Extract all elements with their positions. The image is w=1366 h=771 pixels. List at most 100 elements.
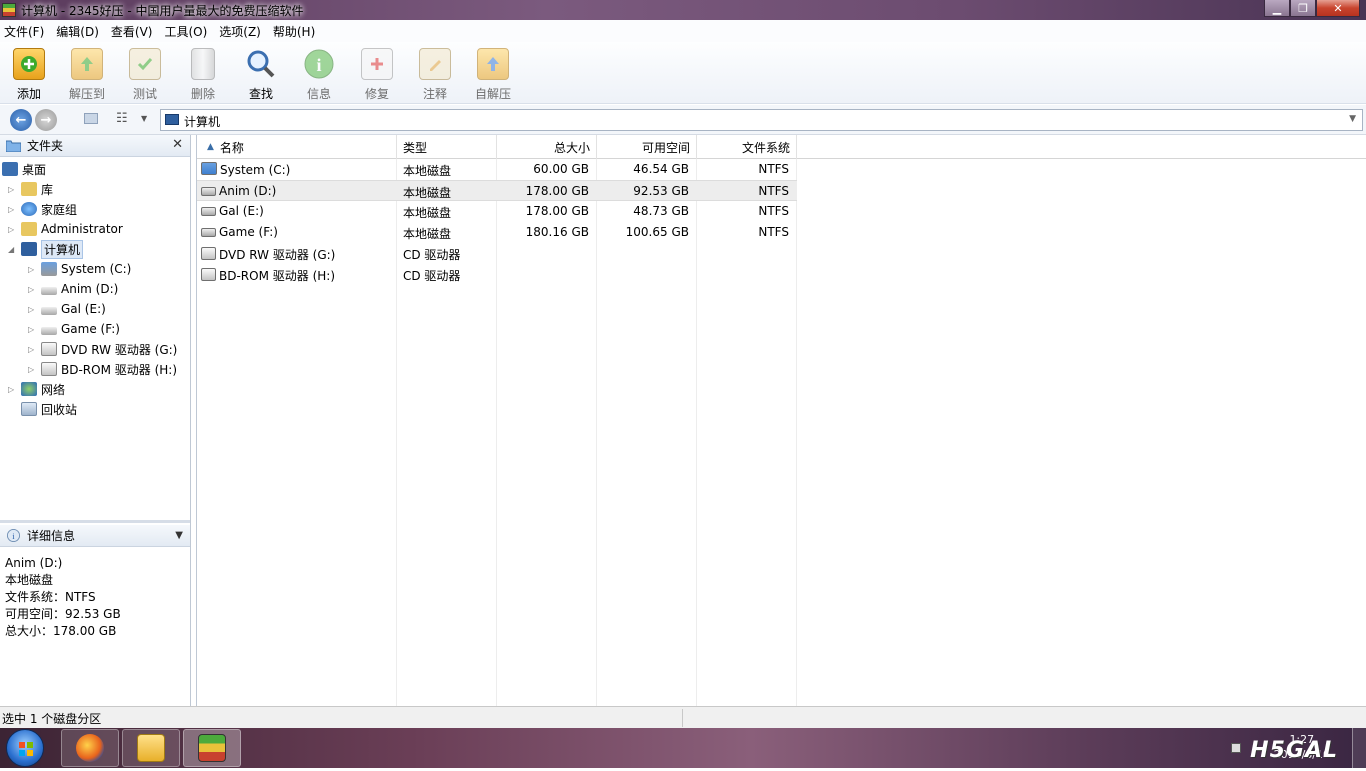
haozip-app-icon[interactable] [2,3,16,17]
delete-icon [191,48,215,80]
haozip-icon [198,734,226,762]
add-button[interactable]: 添加 [4,48,54,102]
extract-to-button[interactable]: 解压到 [62,48,112,102]
expand-icon[interactable]: ▷ [28,265,38,274]
test-label: 测试 [132,87,157,101]
status-text: 选中 1 个磁盘分区 [2,712,102,726]
maximize-button[interactable]: ❐ [1290,0,1316,17]
tray-icon[interactable] [1231,743,1241,753]
details-total-size: 总大小：178.00 GB [5,624,117,638]
tree-item-desktop[interactable]: 桌面 [2,159,46,179]
column-filesystem[interactable]: 文件系统 [697,135,797,159]
tree-item-homegroup[interactable]: ▷ 家庭组 [8,199,77,219]
comment-icon [419,48,451,80]
optical-drive-icon [201,247,216,260]
column-type[interactable]: 类型 [397,135,497,159]
optical-drive-icon [41,362,57,376]
comment-button[interactable]: 注释 [410,48,460,102]
table-row[interactable]: DVD RW 驱动器 (G:) CD 驱动器 [197,243,797,264]
info-button[interactable]: i 信息 [294,48,344,102]
tree-item-drive-e[interactable]: ▷ Gal (E:) [28,299,106,319]
back-button[interactable]: ← [10,109,32,131]
up-folder-icon[interactable] [84,113,98,124]
optical-drive-icon [41,342,57,356]
expand-icon[interactable]: ▷ [8,225,18,234]
view-dropdown-icon[interactable]: ▼ [141,114,147,123]
menu-view[interactable]: 查看(V) [111,23,153,40]
optical-drive-icon [201,268,216,281]
tree-item-library[interactable]: ▷ 库 [8,179,53,199]
close-pane-icon[interactable]: ✕ [172,137,183,152]
add-archive-icon [13,48,45,80]
folders-pane: 文件夹 ✕ 桌面 ▷ 库 ▷ 家庭组 ▷ Administrator ◢ 计算机 [0,135,191,706]
menu-help[interactable]: 帮助(H) [273,23,315,40]
table-row[interactable]: Anim (D:) 本地磁盘 178.00 GB 92.53 GB NTFS [197,180,797,201]
menu-tools[interactable]: 工具(O) [164,23,207,40]
tree-item-drive-f[interactable]: ▷ Game (F:) [28,319,120,339]
tree-item-drive-h[interactable]: ▷ BD-ROM 驱动器 (H:) [28,359,177,379]
network-icon [21,382,37,396]
add-button-label: 添加 [16,87,41,101]
menu-options[interactable]: 选项(Z) [219,23,261,40]
table-row[interactable]: System (C:) 本地磁盘 60.00 GB 46.54 GB NTFS [197,159,797,180]
start-button[interactable] [6,729,44,767]
collapse-icon[interactable]: ◢ [8,245,18,254]
repair-button[interactable]: 修复 [352,48,402,102]
view-mode-icon[interactable]: ☷ [116,111,128,126]
expand-icon[interactable]: ▷ [8,205,18,214]
forward-button[interactable]: → [35,109,57,131]
tree-item-drive-c[interactable]: ▷ System (C:) [28,259,131,279]
expand-icon[interactable]: ▷ [28,305,38,314]
hard-drive-icon [201,187,216,196]
address-dropdown-icon[interactable]: ▼ [1349,114,1356,124]
close-button[interactable]: ✕ [1316,0,1360,17]
computer-icon [165,114,179,125]
folders-pane-header: 文件夹 ✕ [0,135,190,157]
menu-file[interactable]: 文件(F) [4,23,44,40]
column-free-space[interactable]: 可用空间 [597,135,697,159]
menu-edit[interactable]: 编辑(D) [56,23,99,40]
tree-item-administrator[interactable]: ▷ Administrator [8,219,123,239]
library-icon [21,182,37,196]
table-row[interactable]: Gal (E:) 本地磁盘 178.00 GB 48.73 GB NTFS [197,201,797,222]
minimize-icon: ▁ [1272,1,1282,15]
sfx-button[interactable]: 自解压 [468,48,518,102]
column-name[interactable]: ▲ 名称 [197,135,397,159]
delete-button[interactable]: 删除 [178,48,228,102]
show-desktop-button[interactable] [1352,728,1366,768]
table-row[interactable]: Game (F:) 本地磁盘 180.16 GB 100.65 GB NTFS [197,222,797,243]
expand-icon[interactable]: ▷ [28,365,38,374]
tree-item-network[interactable]: ▷ 网络 [8,379,65,399]
toolbar: 添加 解压到 测试 删除 查找 i 信息 修复 注释 自解压 [0,42,1366,135]
expand-icon[interactable]: ▷ [28,285,38,294]
column-total-size[interactable]: 总大小 [497,135,597,159]
expand-icon[interactable]: ▷ [8,185,18,194]
taskbar-explorer[interactable] [122,729,180,767]
taskbar-haozip[interactable] [183,729,241,767]
table-row[interactable]: BD-ROM 驱动器 (H:) CD 驱动器 [197,264,797,285]
folder-tree: 桌面 ▷ 库 ▷ 家庭组 ▷ Administrator ◢ 计算机 ▷ Sys… [0,157,190,521]
forward-arrow-icon: → [40,112,52,128]
details-type: 本地磁盘 [5,573,54,587]
chevron-down-icon[interactable]: ▼ [175,530,183,541]
pane-splitter[interactable] [0,520,190,523]
address-input[interactable]: 计算机 ▼ [160,109,1363,131]
system-drive-icon [201,162,217,175]
expand-icon[interactable]: ▷ [8,385,18,394]
tree-item-drive-g[interactable]: ▷ DVD RW 驱动器 (G:) [28,339,177,359]
firefox-icon [76,734,104,762]
repair-icon [361,48,393,80]
tree-item-computer[interactable]: ◢ 计算机 [8,239,84,259]
tree-item-drive-d[interactable]: ▷ Anim (D:) [28,279,118,299]
tree-item-recycle-bin[interactable]: 回收站 [18,399,77,419]
svg-text:i: i [316,55,321,75]
expand-icon[interactable]: ▷ [28,345,38,354]
expand-icon[interactable]: ▷ [28,325,38,334]
computer-icon [21,242,37,256]
minimize-button[interactable]: ▁ [1264,0,1290,17]
test-button[interactable]: 测试 [120,48,170,102]
maximize-icon: ❐ [1298,1,1308,15]
find-button[interactable]: 查找 [236,48,286,102]
taskbar-firefox[interactable] [61,729,119,767]
back-arrow-icon: ← [15,112,27,128]
